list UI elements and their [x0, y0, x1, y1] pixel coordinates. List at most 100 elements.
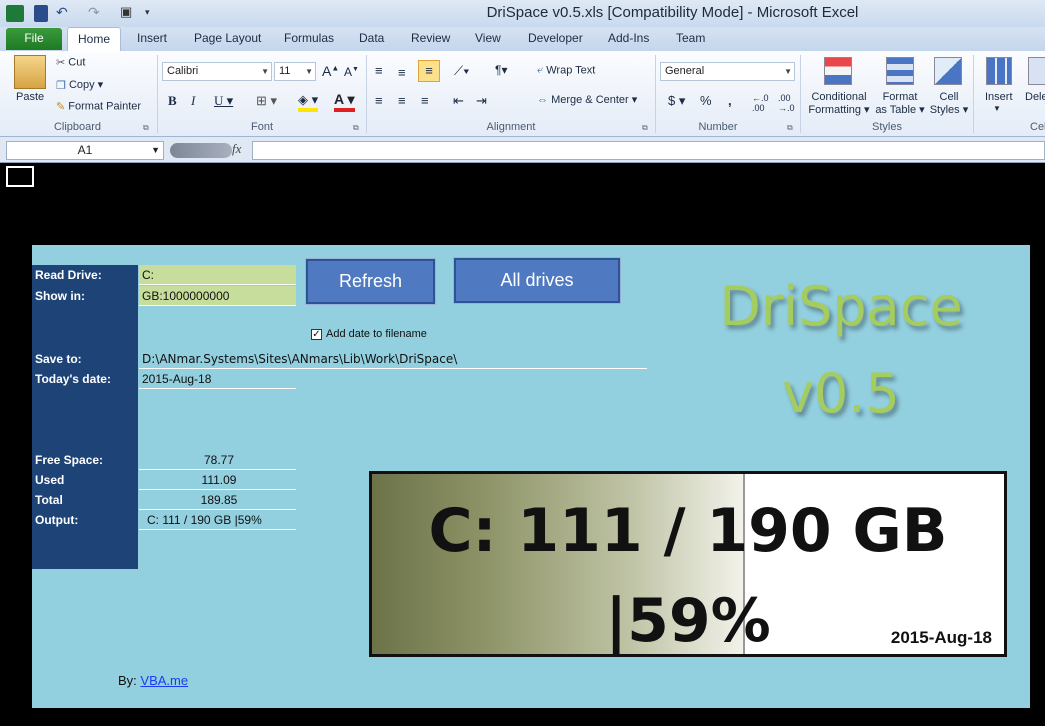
cut-button[interactable]: ✂ Cut — [56, 56, 85, 69]
tab-data[interactable]: Data — [359, 31, 384, 45]
align-top-icon[interactable]: ≡ — [375, 63, 383, 78]
font-group-label: Font — [250, 121, 273, 133]
checkbox-check-icon[interactable]: ✓ — [311, 328, 322, 340]
grow-font-icon[interactable]: A▲ — [322, 63, 339, 79]
add-date-label: Add date to filename — [326, 328, 427, 340]
formula-bar: A1 ▼ fx — [0, 137, 1045, 163]
tab-formulas[interactable]: Formulas — [284, 31, 334, 45]
conditional-formatting-button[interactable]: Conditional Formatting ▾ — [806, 91, 872, 117]
merge-icon: ⇔ — [537, 94, 548, 107]
percent-icon[interactable]: % — [700, 93, 712, 108]
font-name-select[interactable]: Calibri ▼ — [162, 62, 272, 81]
wrap-text-label: Wrap Text — [546, 64, 596, 77]
add-date-checkbox[interactable]: ✓ Add date to filename — [311, 328, 427, 340]
tab-addins[interactable]: Add-Ins — [608, 31, 649, 45]
conditional-formatting-line1: Conditional — [811, 91, 867, 103]
align-left-icon[interactable]: ≡ — [375, 93, 383, 108]
insert-function-icon[interactable]: fx — [232, 141, 241, 157]
increase-decimal-icon[interactable]: ←.0.00 — [752, 93, 769, 113]
total-value: 189.85 — [139, 490, 296, 510]
styles-group-label: Styles — [872, 121, 902, 133]
cells-group-label: Cel — [1030, 121, 1045, 133]
delete-cells-icon — [1028, 57, 1045, 85]
decrease-decimal-icon[interactable]: .00 →.0 — [778, 93, 795, 113]
align-middle-icon[interactable]: ≡ — [398, 65, 406, 80]
wrap-text-button[interactable]: ⤶ Wrap Text — [537, 64, 595, 77]
cell-styles-line2: Styles — [929, 104, 960, 116]
credit-link[interactable]: VBA.me — [140, 673, 188, 688]
show-in-input[interactable]: GB:1000000000 — [139, 286, 296, 306]
cell-styles-button[interactable]: Cell Styles ▾ — [928, 91, 970, 117]
format-table-icon — [886, 57, 914, 85]
save-to-value[interactable]: D:\ANmar.Systems\Sites\ANmars\Lib\Work\D… — [139, 349, 647, 369]
font-size-select[interactable]: 11 ▼ — [274, 62, 316, 81]
tab-developer[interactable]: Developer — [528, 31, 583, 45]
font-launcher-icon[interactable]: ⧉ — [353, 123, 359, 133]
delete-cells-button[interactable]: Dele — [1025, 91, 1045, 103]
cell-styles-icon — [934, 57, 962, 85]
tab-home[interactable]: Home — [67, 27, 121, 51]
underline-icon[interactable]: U ▾ — [214, 93, 233, 109]
show-in-label: Show in: — [32, 286, 138, 306]
currency-icon[interactable]: $ ▾ — [668, 93, 685, 109]
save-to-label: Save to: — [32, 349, 138, 369]
align-right-icon[interactable]: ≡ — [421, 93, 429, 108]
italic-icon[interactable]: I — [191, 93, 195, 109]
tab-review[interactable]: Review — [411, 31, 450, 45]
group-separator — [973, 55, 974, 133]
number-launcher-icon[interactable]: ⧉ — [787, 123, 793, 133]
merge-center-button[interactable]: ⇔ Merge & Center ▾ — [537, 93, 637, 106]
tab-page-layout[interactable]: Page Layout — [194, 31, 261, 45]
tab-view[interactable]: View — [475, 31, 501, 45]
orientation-icon[interactable]: ⟋▾ — [454, 63, 469, 79]
fill-color-icon[interactable]: ◈ ▾ — [298, 92, 319, 112]
paste-button[interactable]: Paste — [16, 91, 44, 103]
increase-indent-icon[interactable]: ⇥ — [476, 93, 487, 109]
align-center-icon[interactable]: ≡ — [398, 93, 406, 108]
name-box-value: A1 — [77, 143, 93, 157]
insert-cells-button[interactable]: Insert — [985, 91, 1013, 103]
text-direction-icon[interactable]: ¶▾ — [495, 63, 507, 77]
ribbon-tabs: File Home Insert Page Layout Formulas Da… — [0, 27, 1045, 51]
clipboard-launcher-icon[interactable]: ⧉ — [143, 123, 149, 133]
tab-file[interactable]: File — [6, 28, 62, 50]
format-as-table-button[interactable]: Format as Table ▾ — [874, 91, 926, 117]
copy-button[interactable]: ❐ Copy ▾ — [56, 78, 103, 92]
copy-label: Copy — [68, 79, 95, 91]
comma-icon[interactable]: , — [728, 93, 732, 108]
borders-icon[interactable]: ⊞ ▾ — [256, 93, 277, 109]
chevron-down-icon: ▼ — [305, 67, 313, 76]
cut-label: Cut — [68, 56, 86, 69]
clipboard-group-label: Clipboard — [53, 121, 102, 133]
formula-bar-divider[interactable] — [170, 143, 232, 158]
free-space-label: Free Space: — [32, 450, 138, 470]
paste-icon[interactable] — [14, 55, 46, 89]
bold-icon[interactable]: B — [168, 93, 177, 109]
name-box[interactable]: A1 ▼ — [6, 141, 164, 160]
decrease-indent-icon[interactable]: ⇤ — [453, 93, 464, 109]
drispace-panel: Read Drive: C: Show in: GB:1000000000 Sa… — [32, 245, 1030, 708]
all-drives-button[interactable]: All drives — [454, 258, 620, 303]
shrink-font-icon[interactable]: A▼ — [344, 65, 359, 79]
tab-team[interactable]: Team — [676, 31, 705, 45]
gauge-date: 2015-Aug-18 — [890, 628, 992, 647]
format-painter-button[interactable]: ✎ Format Painter — [56, 100, 141, 113]
number-format-value: General — [665, 65, 705, 77]
active-cell-a1[interactable] — [6, 166, 34, 187]
free-space-value: 78.77 — [139, 450, 296, 470]
output-value: C: 111 / 190 GB |59% — [139, 510, 296, 530]
title-bar: ↶ ↷ ▣ ▾ DriSpace v0.5.xls [Compatibility… — [0, 0, 1045, 27]
align-bottom-icon[interactable]: ≡ — [418, 60, 440, 82]
chevron-down-icon: ▼ — [993, 104, 1001, 113]
read-drive-input[interactable]: C: — [139, 265, 296, 285]
font-color-icon[interactable]: A ▾ — [334, 91, 355, 112]
format-as-table-line2: as Table — [875, 104, 917, 116]
formula-input[interactable] — [252, 141, 1045, 160]
format-painter-label: Format Painter — [68, 100, 142, 113]
gauge-line1: C: 111 / 190 GB — [428, 496, 948, 566]
refresh-button[interactable]: Refresh — [306, 259, 435, 304]
alignment-launcher-icon[interactable]: ⧉ — [642, 123, 648, 133]
tab-insert[interactable]: Insert — [137, 31, 167, 45]
read-drive-label: Read Drive: — [32, 265, 138, 285]
number-format-select[interactable]: General ▼ — [660, 62, 795, 81]
